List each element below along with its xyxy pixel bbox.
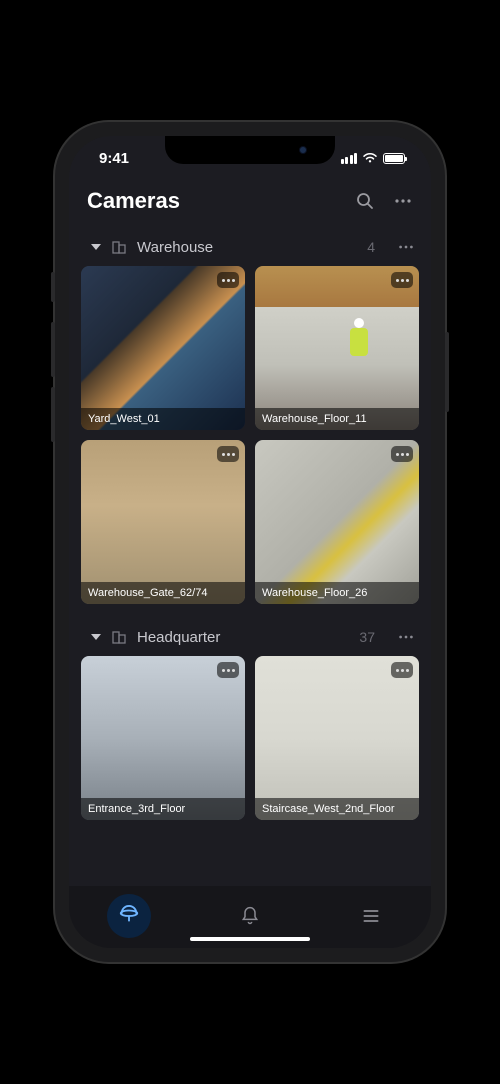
camera-tile[interactable]: Warehouse_Gate_62/74 [81,440,245,604]
group-more-button[interactable] [397,628,415,646]
camera-group-headquarter: Headquarter 37 Entrance_3rd_Floor [81,618,419,820]
tab-menu[interactable] [349,894,393,938]
home-indicator[interactable] [190,937,310,941]
mute-switch [51,272,55,302]
power-button [445,332,449,412]
camera-thumbnail [255,266,419,430]
camera-label: Warehouse_Gate_62/74 [81,582,245,604]
camera-grid: Entrance_3rd_Floor Staircase_West_2nd_Fl… [81,656,419,820]
camera-thumbnail [255,440,419,604]
camera-label: Yard_West_01 [81,408,245,430]
building-icon [111,239,127,255]
camera-group-warehouse: Warehouse 4 Yard_West_01 [81,228,419,604]
page-title: Cameras [87,188,180,214]
status-time: 9:41 [99,150,129,167]
group-count: 37 [359,629,375,645]
camera-tile[interactable]: Warehouse_Floor_26 [255,440,419,604]
tab-notifications[interactable] [228,894,272,938]
menu-icon [361,906,381,926]
camera-thumbnail [81,440,245,604]
camera-label: Entrance_3rd_Floor [81,798,245,820]
tile-more-button[interactable] [391,446,413,462]
bell-icon [240,906,260,926]
more-icon [397,238,415,256]
building-icon [111,629,127,645]
tile-more-button[interactable] [391,662,413,678]
content-scroll[interactable]: Warehouse 4 Yard_West_01 [69,228,431,886]
tile-more-button[interactable] [217,272,239,288]
header-more-button[interactable] [393,191,413,211]
cellular-signal-icon [341,153,358,164]
front-camera [299,146,307,154]
tile-more-button[interactable] [217,662,239,678]
camera-label: Warehouse_Floor_11 [255,408,419,430]
more-icon [393,191,413,211]
camera-icon [118,905,140,927]
more-icon [397,628,415,646]
app-header: Cameras [69,180,431,228]
camera-tile[interactable]: Warehouse_Floor_11 [255,266,419,430]
screen: 9:41 Cameras [69,136,431,948]
camera-tile[interactable]: Yard_West_01 [81,266,245,430]
group-title: Warehouse [137,239,213,256]
tile-more-button[interactable] [391,272,413,288]
phone-frame: 9:41 Cameras [55,122,445,962]
volume-up-button [51,322,55,377]
search-icon [355,191,375,211]
camera-tile[interactable]: Entrance_3rd_Floor [81,656,245,820]
camera-thumbnail [81,656,245,820]
chevron-down-icon [91,634,101,640]
search-button[interactable] [355,191,375,211]
camera-thumbnail [255,656,419,820]
wifi-icon [362,152,378,164]
chevron-down-icon [91,244,101,250]
group-count: 4 [367,239,375,255]
camera-tile[interactable]: Staircase_West_2nd_Floor [255,656,419,820]
group-header[interactable]: Warehouse 4 [81,228,419,266]
camera-label: Staircase_West_2nd_Floor [255,798,419,820]
camera-grid: Yard_West_01 Warehouse_Floor_11 Warehous… [81,266,419,604]
tab-cameras[interactable] [107,894,151,938]
notch [165,136,335,164]
camera-label: Warehouse_Floor_26 [255,582,419,604]
group-more-button[interactable] [397,238,415,256]
status-indicators [341,152,406,164]
group-header[interactable]: Headquarter 37 [81,618,419,656]
camera-thumbnail [81,266,245,430]
group-title: Headquarter [137,629,220,646]
tile-more-button[interactable] [217,446,239,462]
battery-icon [383,153,405,164]
volume-down-button [51,387,55,442]
